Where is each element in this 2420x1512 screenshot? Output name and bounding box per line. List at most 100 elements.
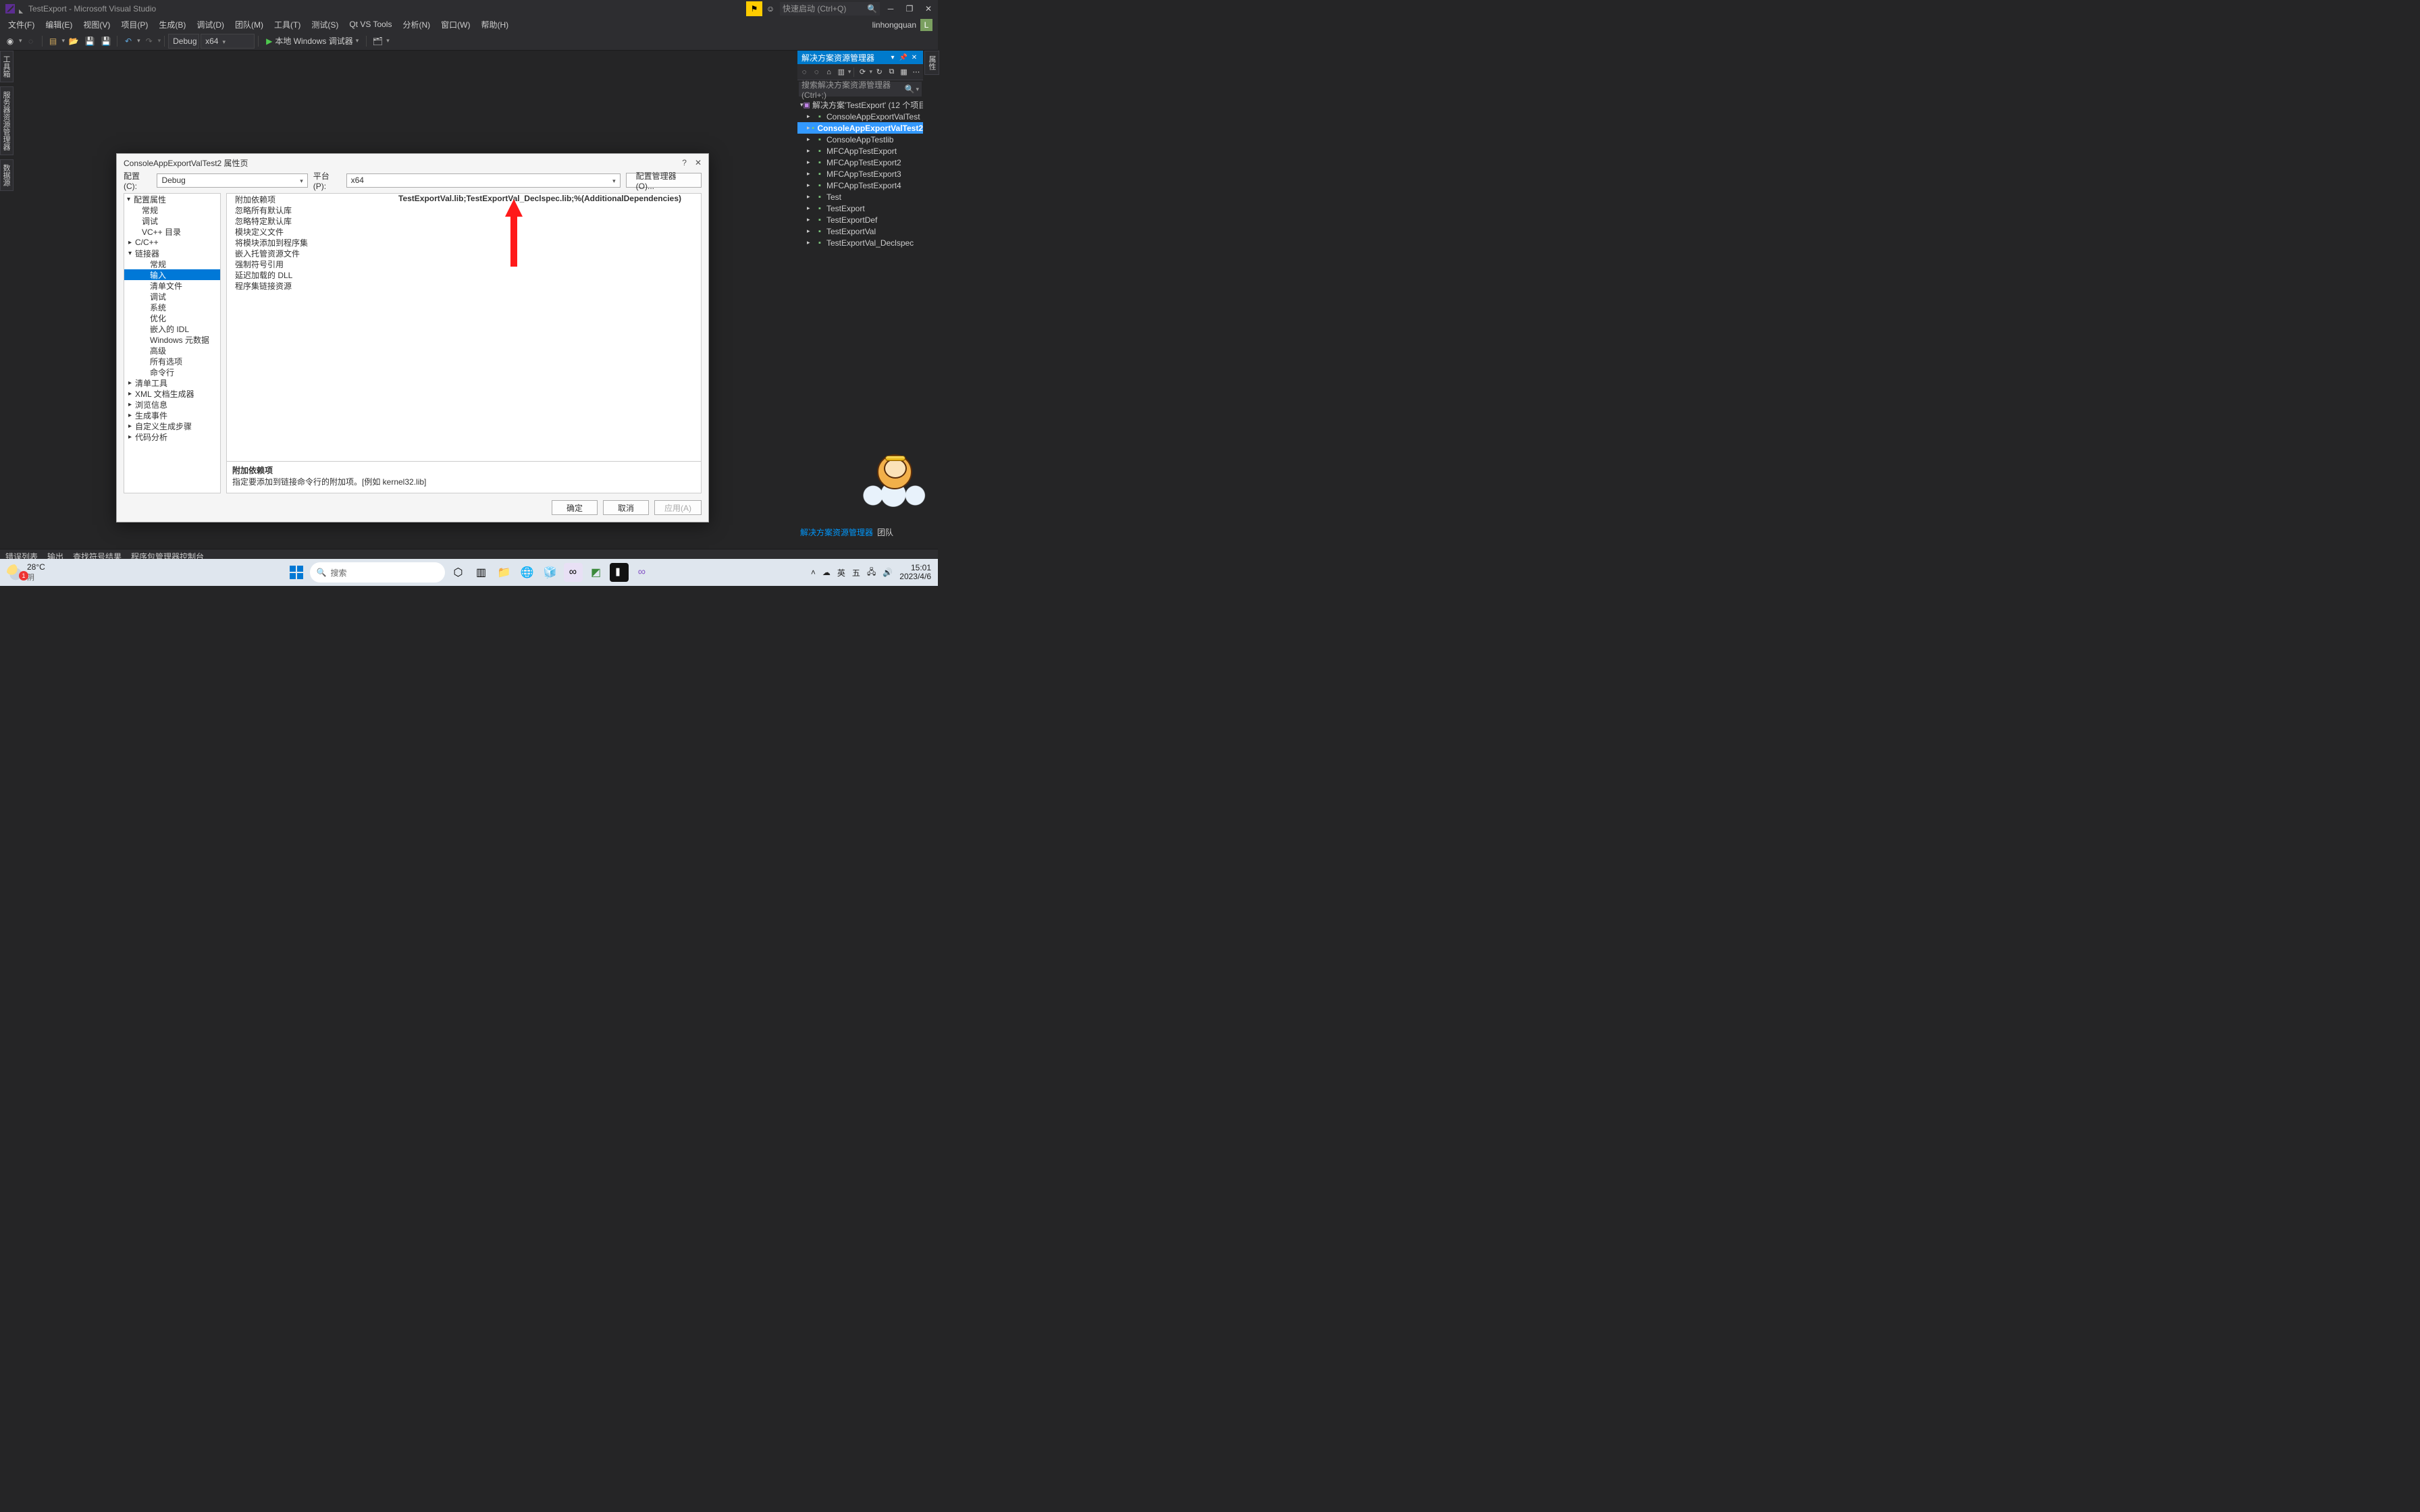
project-node[interactable]: ▸▪ConsoleAppExportValTest [797,111,923,122]
taskbar-vs-2[interactable]: ∞ [633,563,652,582]
prop-row[interactable]: 模块定义文件 [227,226,701,237]
close-button[interactable]: ✕ [919,1,938,16]
menu-9[interactable]: Qt VS Tools [344,17,397,32]
sol-sync-button[interactable]: ⟳ [857,66,868,78]
sol-collapse-button[interactable]: ⧉ [886,66,897,78]
taskbar-edge[interactable]: 🌐 [518,563,537,582]
solution-explorer-titlebar[interactable]: 解决方案资源管理器 ▾ 📌 ✕ [797,51,923,64]
prop-tree-node[interactable]: 嵌入的 IDL [124,323,220,334]
prop-tree-node[interactable]: ▸XML 文档生成器 [124,388,220,399]
dialog-close-button[interactable]: ✕ [695,158,702,167]
taskbar-terminal[interactable]: ▋ [610,563,629,582]
dialog-help-button[interactable]: ? [682,158,687,167]
menu-2[interactable]: 视图(V) [78,17,115,32]
project-node[interactable]: ▸▪ConsoleAppTestlib [797,134,923,145]
prop-tree-node[interactable]: ▸自定义生成步骤 [124,421,220,431]
prop-tree-node[interactable]: 命令行 [124,367,220,377]
tray-onedrive-icon[interactable]: ☁ [822,568,831,577]
tray-network-icon[interactable]: 🖧 [867,566,876,580]
menu-1[interactable]: 编辑(E) [40,17,78,32]
prop-row[interactable]: 附加依赖项TestExportVal.lib;TestExportVal_Dec… [227,194,701,205]
prop-tree-node[interactable]: ▾链接器 [124,248,220,259]
project-node[interactable]: ▸▪TestExportVal_Declspec [797,237,923,248]
prop-tree-node[interactable]: 清单文件 [124,280,220,291]
vtab-toolbox[interactable]: 工具箱 [0,51,14,82]
config-combo[interactable]: Debug [157,173,307,188]
sol-switch-view-button[interactable]: ▥ [836,66,847,78]
solution-root[interactable]: ▾▣解决方案'TestExport' (12 个项目) [797,99,923,111]
prop-tree-node[interactable]: ▾配置属性 [124,194,220,205]
prop-tree-node[interactable]: 调试 [124,215,220,226]
menu-0[interactable]: 文件(F) [3,17,40,32]
save-button[interactable]: 💾 [82,34,97,49]
panel-close-icon[interactable]: ✕ [910,53,919,62]
menu-4[interactable]: 生成(B) [153,17,191,32]
menu-6[interactable]: 团队(M) [230,17,269,32]
start-debug-button[interactable]: ▶ 本地 Windows 调试器 ▾ [262,34,363,49]
tray-ime-mode[interactable]: 五 [852,567,860,578]
cancel-button[interactable]: 取消 [603,500,649,515]
minimize-button[interactable]: ─ [881,1,900,16]
sol-tab-team[interactable]: 团队 [877,526,893,538]
vtab-properties[interactable]: 属性 [924,51,939,75]
prop-tree-node[interactable]: 常规 [124,205,220,215]
prop-tree-node[interactable]: ▸浏览信息 [124,399,220,410]
config-manager-button[interactable]: 配置管理器(O)... [626,173,702,188]
project-node[interactable]: ▸▪ConsoleAppExportValTest2 [797,122,923,134]
title-dropdown-icon[interactable] [19,5,26,12]
restore-button[interactable]: ❐ [900,1,919,16]
sol-properties-button[interactable]: ⋯ [911,66,922,78]
prop-tree-node[interactable]: 优化 [124,313,220,323]
forward-nav-button[interactable]: ◌ [24,34,38,49]
solution-tree[interactable]: ▾▣解决方案'TestExport' (12 个项目)▸▪ConsoleAppE… [797,98,923,525]
project-node[interactable]: ▸▪MFCAppTestExport2 [797,157,923,168]
tray-chevron-icon[interactable]: ˄ [811,568,816,577]
project-node[interactable]: ▸▪TestExportDef [797,214,923,225]
sol-home-button[interactable]: ⌂ [823,66,834,78]
account-area[interactable]: linhongquan L [872,19,932,31]
project-node[interactable]: ▸▪TestExport [797,202,923,214]
taskbar-taskview[interactable]: ▥ [472,563,491,582]
taskbar-vs[interactable]: ∞ [564,563,583,582]
prop-row[interactable]: 程序集链接资源 [227,280,701,291]
prop-tree-node[interactable]: VC++ 目录 [124,226,220,237]
menu-7[interactable]: 工具(T) [269,17,306,32]
menu-3[interactable]: 项目(P) [115,17,153,32]
taskbar-store[interactable]: 🧊 [541,563,560,582]
prop-tree-node[interactable]: 常规 [124,259,220,269]
prop-tree-node[interactable]: ▸清单工具 [124,377,220,388]
prop-row[interactable]: 嵌入托管资源文件 [227,248,701,259]
menu-12[interactable]: 帮助(H) [475,17,514,32]
tray-volume-icon[interactable]: 🔊 [883,568,893,577]
property-category-tree[interactable]: ▾配置属性常规调试VC++ 目录▸C/C++▾链接器常规输入清单文件调试系统优化… [124,193,221,493]
taskbar-search[interactable]: 🔍 搜索 [310,562,445,583]
prop-row[interactable]: 延迟加载的 DLL [227,269,701,280]
taskbar-explorer[interactable]: 📁 [495,563,514,582]
solution-explorer-search[interactable]: 搜索解决方案资源管理器(Ctrl+;) 🔍 ▾ [799,82,922,97]
ok-button[interactable]: 确定 [552,500,598,515]
project-node[interactable]: ▸▪MFCAppTestExport3 [797,168,923,180]
dialog-titlebar[interactable]: ConsoleAppExportValTest2 属性页 ? ✕ [117,154,708,171]
project-node[interactable]: ▸▪Test [797,191,923,202]
prop-tree-node[interactable]: 系统 [124,302,220,313]
prop-tree-node[interactable]: ▸C/C++ [124,237,220,248]
prop-row[interactable]: 强制符号引用 [227,259,701,269]
solution-platform-combo[interactable]: x64 [201,34,255,49]
back-nav-button[interactable]: ◉ [3,34,18,49]
feedback-button[interactable]: ☺ [762,1,779,16]
menu-5[interactable]: 调试(D) [191,17,230,32]
user-avatar[interactable]: L [920,19,932,31]
panel-dropdown-icon[interactable]: ▾ [888,53,897,62]
taskbar-copilot[interactable]: ⬡ [449,563,468,582]
undo-button[interactable]: ↶ [121,34,136,49]
sol-back-button[interactable]: ◌ [799,66,810,78]
tray-ime-lang[interactable]: 英 [837,567,845,578]
new-project-button[interactable]: ▤ [46,34,61,49]
apply-button[interactable]: 应用(A) [654,500,702,515]
panel-pin-icon[interactable]: 📌 [899,53,908,62]
prop-tree-node[interactable]: 高级 [124,345,220,356]
quick-launch-search[interactable]: 快速启动 (Ctrl+Q) 🔍 [780,2,880,16]
project-node[interactable]: ▸▪TestExportVal [797,225,923,237]
prop-tree-node[interactable]: 调试 [124,291,220,302]
misc-tool-button[interactable]: 🗂 [370,34,385,49]
